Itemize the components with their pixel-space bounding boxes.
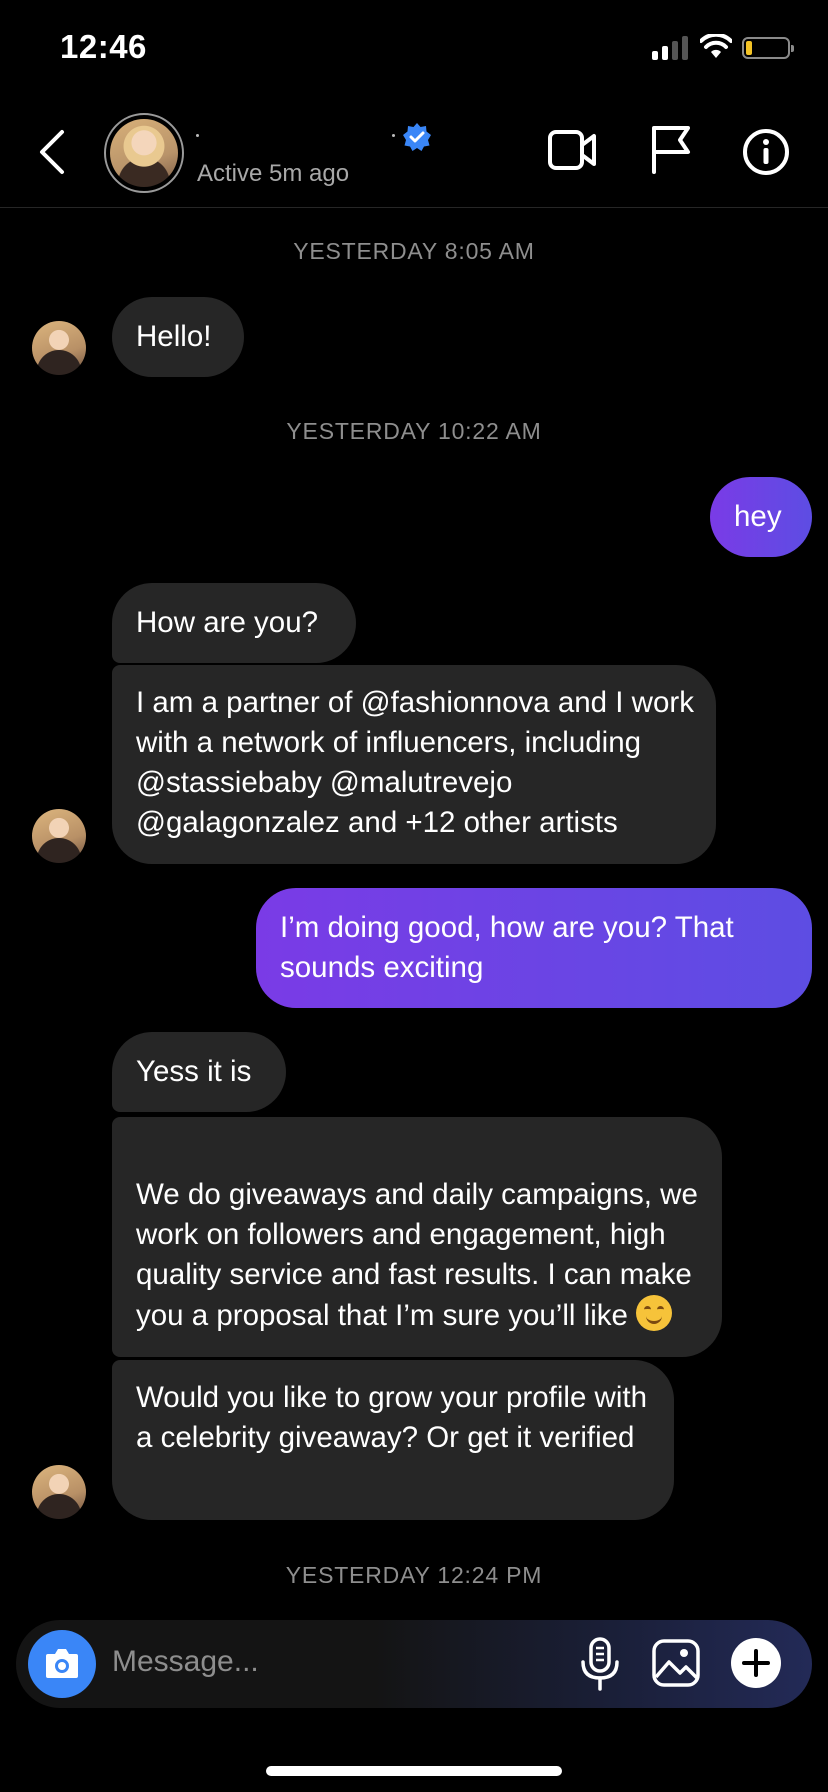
profile-avatar[interactable] <box>104 113 184 193</box>
message-bubble-incoming[interactable]: Would you like to grow your profile with… <box>112 1360 674 1520</box>
message-input[interactable]: Message... <box>112 1645 259 1679</box>
message-bubble-incoming[interactable]: Hello! <box>112 297 244 377</box>
gallery-icon[interactable] <box>651 1638 701 1688</box>
sender-avatar[interactable] <box>32 321 86 375</box>
camera-icon <box>46 1649 78 1678</box>
sender-avatar[interactable] <box>32 809 86 863</box>
video-call-icon[interactable] <box>548 128 598 172</box>
microphone-icon[interactable] <box>578 1636 622 1692</box>
message-bubble-incoming[interactable]: Yess it is <box>112 1032 286 1112</box>
sender-avatar[interactable] <box>32 1465 86 1519</box>
timestamp: YESTERDAY 12:24 PM <box>285 1562 543 1588</box>
active-status: Active 5m ago <box>197 160 350 187</box>
username-redacted <box>196 134 199 137</box>
header-divider <box>0 207 828 208</box>
status-time: 12:46 <box>60 28 147 65</box>
info-icon[interactable] <box>742 128 790 176</box>
plus-icon[interactable] <box>730 1637 782 1689</box>
wifi-icon <box>700 34 732 58</box>
smiling-face-emoji <box>636 1295 673 1331</box>
message-bubble-outgoing[interactable]: I’m doing good, how are you? That sounds… <box>256 888 812 1008</box>
message-bubble-incoming[interactable]: We do giveaways and daily campaigns, we … <box>112 1117 722 1357</box>
flag-icon[interactable] <box>650 124 692 174</box>
battery-icon <box>742 37 794 59</box>
message-text: We do giveaways and daily campaigns, we … <box>136 1178 698 1332</box>
verified-badge-icon <box>403 123 431 151</box>
timestamp: YESTERDAY 8:05 AM <box>293 238 535 264</box>
home-indicator <box>266 1766 562 1776</box>
back-icon[interactable] <box>36 128 66 176</box>
message-bubble-outgoing[interactable]: hey <box>710 477 812 557</box>
cellular-signal-icon <box>652 36 688 60</box>
timestamp: YESTERDAY 10:22 AM <box>286 418 542 444</box>
message-bubble-incoming[interactable]: I am a partner of @fashionnova and I wor… <box>112 665 716 864</box>
camera-button[interactable] <box>28 1630 96 1698</box>
message-bubble-incoming[interactable]: How are you? <box>112 583 356 663</box>
